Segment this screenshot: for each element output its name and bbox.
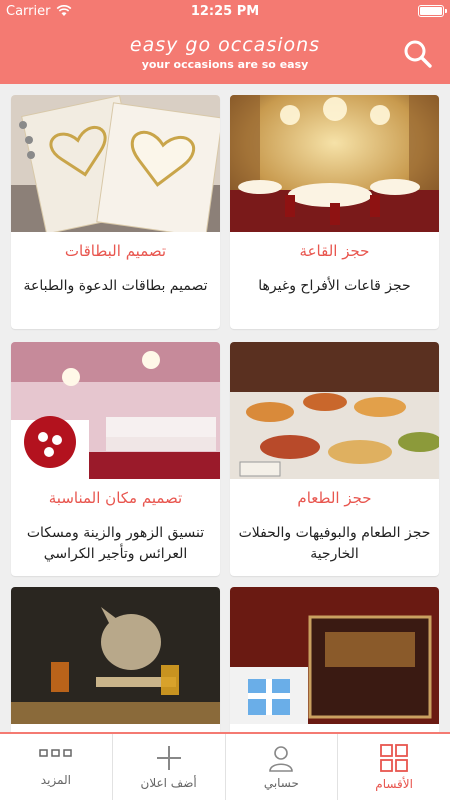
venue-design-image [11, 342, 220, 479]
app-header: easy go occasions your occasions are so … [0, 22, 450, 84]
search-icon [404, 40, 432, 68]
search-button[interactable] [402, 38, 434, 70]
tab-bar: المزيد أضف اعلان حسابي الأقسام [0, 732, 450, 800]
category-card-gifts[interactable] [230, 587, 439, 732]
tab-label: الأقسام [375, 777, 413, 791]
battery-icon [418, 5, 447, 17]
card-description: تنسيق الزهور والزينة ومسكات العرائس وتأج… [26, 525, 205, 562]
hospitality-image [11, 587, 220, 724]
wifi-icon [57, 5, 72, 16]
tab-sections[interactable]: الأقسام [337, 734, 450, 800]
category-card-hospitality[interactable] [11, 587, 220, 732]
invitations-image [11, 95, 220, 232]
tab-more[interactable]: المزيد [0, 734, 112, 800]
tab-label: المزيد [40, 773, 71, 787]
card-description: تصميم بطاقات الدعوة والطباعة [23, 278, 208, 294]
food-image [230, 342, 439, 479]
gifts-image [230, 587, 439, 724]
categories-grid-icon [380, 744, 409, 772]
user-icon [269, 746, 294, 772]
carrier-label: Carrier [6, 3, 51, 19]
card-title: تصميم البطاقات [64, 242, 167, 260]
tab-label: أضف اعلان [140, 776, 197, 790]
category-card-food[interactable]: حجز الطعام حجز الطعام والبوفيهات والحفلا… [230, 342, 439, 576]
tab-label: حسابي [263, 776, 299, 790]
category-card-hall[interactable]: حجز القاعة حجز قاعات الأفراح وغيرها [230, 95, 439, 329]
plus-icon [156, 746, 181, 770]
tab-add-ad[interactable]: أضف اعلان [111, 734, 225, 800]
app-title: easy go occasions [129, 34, 321, 56]
card-description: حجز قاعات الأفراح وغيرها [258, 278, 411, 294]
tab-account[interactable]: حسابي [224, 734, 338, 800]
brand: easy go occasions your occasions are so … [0, 34, 450, 71]
category-card-invitations[interactable]: تصميم البطاقات تصميم بطاقات الدعوة والطب… [11, 95, 220, 329]
card-title: حجز القاعة [299, 242, 370, 260]
card-title: حجز الطعام [297, 489, 372, 507]
category-grid: حجز القاعة حجز قاعات الأفراح وغيرها تصمي… [0, 84, 450, 732]
category-card-venue-design[interactable]: تصميم مكان المناسبة تنسيق الزهور والزينة… [11, 342, 220, 576]
card-description: حجز الطعام والبوفيهات والحفلات الخارجية [238, 525, 431, 562]
app-subtitle: your occasions are so easy [141, 58, 309, 71]
hall-image [230, 95, 439, 232]
status-bar: Carrier 12:25 PM [0, 0, 450, 22]
grid-dots-icon [39, 749, 72, 757]
card-title: تصميم مكان المناسبة [48, 489, 183, 507]
